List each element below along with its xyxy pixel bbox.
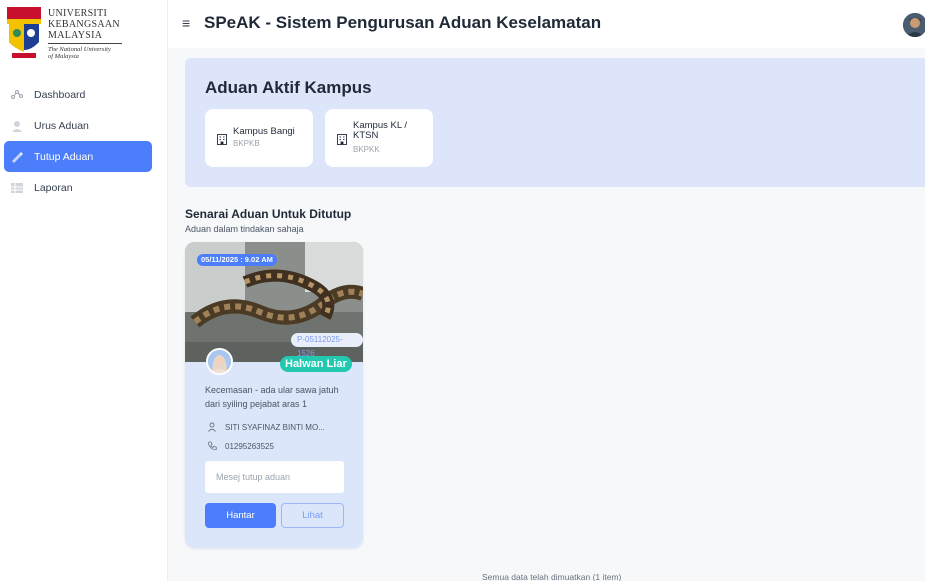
sidebar-item-urus-aduan[interactable]: Urus Aduan: [4, 110, 152, 141]
manage-complaint-icon: [10, 119, 24, 133]
phone-row: 01295263525: [207, 441, 274, 451]
sidebar-item-laporan[interactable]: Laporan: [4, 172, 152, 203]
reporter-avatar: [206, 348, 233, 375]
sidebar-item-dashboard[interactable]: Dashboard: [4, 79, 152, 110]
logo-wordmark: UNIVERSITI KEBANGSAAN MALAYSIA The Natio…: [48, 8, 122, 60]
campus-code: BKPKK: [353, 145, 380, 154]
active-campus-banner: Aduan Aktif Kampus Kampus Bangi BKPKB Ka…: [185, 58, 925, 187]
logo-line2: KEBANGSAAN: [48, 19, 120, 30]
user-avatar[interactable]: [903, 13, 925, 37]
sidebar-item-tutup-aduan[interactable]: Tutup Aduan: [4, 141, 152, 172]
logo-line3: MALAYSIA: [48, 30, 103, 41]
campus-name: Kampus KL / KTSN: [353, 120, 408, 141]
top-header: ≡ SPeAK - Sistem Pengurusan Aduan Kesela…: [168, 0, 925, 48]
complaint-description: Kecemasan - ada ular sawa jatuh dari syi…: [205, 385, 339, 409]
logo-line1: UNIVERSITI: [48, 8, 108, 19]
report-icon: [10, 181, 24, 195]
page-title: SPeAK - Sistem Pengurusan Aduan Keselama…: [204, 13, 602, 32]
ukm-logo[interactable]: UNIVERSITI KEBANGSAAN MALAYSIA The Natio…: [6, 6, 124, 64]
campus-card-kl[interactable]: Kampus KL / KTSN BKPKK: [325, 109, 433, 167]
building-icon: [337, 134, 347, 145]
view-button[interactable]: Lihat: [281, 503, 344, 528]
sidebar-nav: Dashboard Urus Aduan Tutup Aduan Laporan: [4, 79, 152, 203]
menu-icon[interactable]: ≡: [182, 15, 190, 31]
list-title: Senarai Aduan Untuk Ditutup: [185, 207, 352, 221]
building-icon: [217, 134, 227, 145]
category-badge: Halwan Liar: [280, 356, 352, 372]
sidebar-item-label: Urus Aduan: [34, 119, 89, 132]
user-icon: [208, 422, 216, 432]
reference-badge: P-05112025-1526: [291, 333, 363, 358]
sidebar-item-label: Dashboard: [34, 88, 86, 101]
complaint-photo[interactable]: 05/11/2025 : 9.02 AM P-05112025-1526: [185, 242, 363, 362]
phone-icon: [207, 441, 217, 451]
sidebar: UNIVERSITI KEBANGSAAN MALAYSIA The Natio…: [0, 0, 168, 581]
campus-code: BKPKB: [233, 139, 260, 148]
load-status: Semua data telah dimuatkan (1 item): [482, 572, 622, 581]
user-avatar-icon: [903, 13, 925, 37]
sidebar-item-label: Laporan: [34, 181, 73, 194]
campus-name: Kampus Bangi: [233, 126, 295, 137]
logo-line5: of Malaysia: [48, 53, 79, 60]
reporter-avatar-icon: [208, 350, 231, 373]
list-subtitle: Aduan dalam tindakan sahaja: [185, 224, 304, 234]
reporter-phone: 01295263525: [225, 441, 274, 451]
dashboard-icon: [10, 88, 24, 102]
logo-line4: The National University: [48, 46, 111, 53]
date-badge: 05/11/2025 : 9.02 AM: [197, 254, 277, 266]
close-complaint-icon: [10, 150, 24, 164]
send-button[interactable]: Hantar: [205, 503, 276, 528]
close-message-input[interactable]: [205, 461, 344, 493]
reporter-row: SITI SYAFINAZ BINTI MO...: [207, 422, 325, 432]
sidebar-item-label: Tutup Aduan: [34, 150, 94, 163]
logo-divider: [48, 43, 122, 44]
banner-title: Aduan Aktif Kampus: [205, 78, 372, 97]
ukm-crest-icon: [7, 7, 41, 58]
complaint-card: 05/11/2025 : 9.02 AM P-05112025-1526 Hal…: [185, 242, 363, 548]
campus-card-bangi[interactable]: Kampus Bangi BKPKB: [205, 109, 313, 167]
reporter-name: SITI SYAFINAZ BINTI MO...: [225, 422, 325, 432]
